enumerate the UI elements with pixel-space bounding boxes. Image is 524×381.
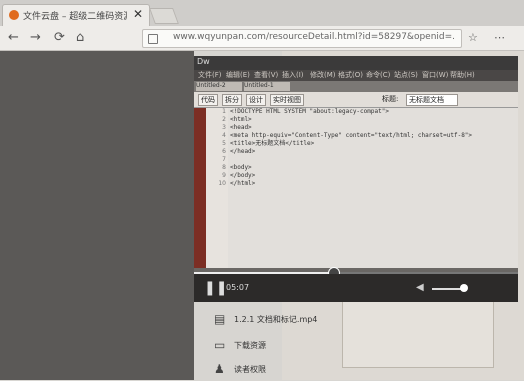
address-bar[interactable]: www.wqyunpan.com/resourceDetail.html?id=… — [142, 29, 462, 48]
doc-tab: Untitled-1 — [244, 82, 290, 91]
code-view-button: 代码 — [198, 94, 218, 106]
pause-button[interactable]: ❚❚ — [204, 280, 227, 296]
close-tab-icon[interactable]: ✕ — [133, 7, 143, 21]
code-line: <title>无标题文档</title> — [230, 140, 315, 147]
line-number: 5 — [222, 140, 226, 147]
editor-doc-tabs: Untitled-2 Untitled-1 — [194, 81, 518, 92]
menu-item: 插入(I) — [282, 71, 304, 79]
code-line: </body> — [230, 172, 256, 179]
video-player[interactable]: Dw 文件(F) 编辑(E) 查看(V) 插入(I) 修改(M) 格式(O) 命… — [194, 56, 518, 302]
tab-title: 文件云盘 – 超级二维码资源 — [23, 12, 127, 22]
tab-bar: 文件云盘 – 超级二维码资源 ✕ — [0, 0, 524, 27]
code-line: </head> — [230, 148, 256, 155]
download-icon: ▭ — [214, 338, 226, 352]
code-line: <html> — [230, 116, 252, 123]
doc-tab: Untitled-2 — [196, 82, 242, 91]
menu-item: 站点(S) — [394, 71, 418, 79]
line-number: 9 — [222, 172, 226, 179]
reader-label: 读者权限 — [234, 365, 266, 374]
url-text[interactable]: www.wqyunpan.com/resourceDetail.html?id=… — [173, 32, 455, 42]
design-view-button: 设计 — [246, 94, 266, 106]
list-item-reader[interactable]: ♟ 读者权限 — [194, 357, 314, 381]
line-number: 3 — [222, 124, 226, 131]
code-line: <!DOCTYPE HTML SYSTEM "about:legacy-comp… — [230, 108, 389, 115]
reload-button[interactable]: ⟳ — [54, 30, 65, 45]
player-controls: ❚❚ 05:07 ◀ — [194, 274, 518, 302]
menu-item: 窗口(W) — [422, 71, 449, 79]
forward-button[interactable]: → — [30, 30, 41, 45]
menu-item: 帮助(H) — [450, 71, 475, 79]
lock-icon — [148, 34, 158, 44]
site-favicon-icon — [9, 10, 19, 20]
editor-titlebar: Dw — [194, 56, 518, 70]
code-line: <body> — [230, 164, 252, 171]
list-item-video-file[interactable]: ▤ 1.2.1 文档和标记.mp4 — [194, 307, 318, 331]
menu-item: 文件(F) — [198, 71, 222, 79]
editor-side-toolbar — [194, 108, 206, 268]
page-content: Dw 文件(F) 编辑(E) 查看(V) 插入(I) 修改(M) 格式(O) 命… — [0, 51, 524, 380]
new-tab-button[interactable] — [149, 8, 179, 24]
menu-item: 编辑(E) — [226, 71, 250, 79]
line-numbers: 1 2 3 4 5 6 7 8 9 10 — [206, 108, 228, 268]
volume-handle[interactable] — [460, 284, 468, 292]
line-number: 8 — [222, 164, 226, 171]
editor-toolbar: 代码 拆分 设计 实时视图 标题: 无标题文档 — [194, 92, 518, 108]
volume-slider[interactable] — [432, 288, 462, 290]
download-label: 下载资源 — [234, 341, 266, 350]
video-file-icon: ▤ — [214, 312, 226, 326]
back-button[interactable]: ← — [8, 30, 19, 45]
bookmark-star-icon[interactable]: ☆ — [468, 31, 478, 44]
navigation-bar: ← → ⟳ ⌂ www.wqyunpan.com/resourceDetail.… — [0, 26, 524, 51]
code-line: <head> — [230, 124, 252, 131]
menu-item: 修改(M) — [310, 71, 336, 79]
code-area: <!DOCTYPE HTML SYSTEM "about:legacy-comp… — [228, 108, 518, 268]
title-field: 无标题文档 — [406, 94, 458, 106]
title-label: 标题: — [382, 95, 399, 103]
menu-item: 查看(V) — [254, 71, 279, 79]
line-number: 7 — [222, 156, 226, 163]
line-number: 2 — [222, 116, 226, 123]
line-number: 1 — [222, 108, 226, 115]
home-button[interactable]: ⌂ — [76, 30, 84, 45]
line-number: 10 — [218, 180, 226, 187]
current-time: 05:07 — [226, 283, 250, 292]
list-item-download[interactable]: ▭ 下载资源 — [194, 333, 314, 357]
file-name: 1.2.1 文档和标记.mp4 — [234, 315, 318, 324]
line-number: 6 — [222, 148, 226, 155]
menu-icon[interactable]: ⋯ — [494, 31, 505, 44]
left-dark-area — [0, 51, 194, 380]
browser-tab[interactable]: 文件云盘 – 超级二维码资源 ✕ — [2, 4, 150, 27]
menu-item: 命令(C) — [366, 71, 391, 79]
menu-item: 格式(O) — [338, 71, 363, 79]
code-line: <meta http-equiv="Content-Type" content=… — [230, 132, 473, 139]
split-view-button: 拆分 — [222, 94, 242, 106]
code-line: </html> — [230, 180, 256, 187]
line-number: 4 — [222, 132, 226, 139]
user-icon: ♟ — [214, 362, 225, 376]
editor-menubar: 文件(F) 编辑(E) 查看(V) 插入(I) 修改(M) 格式(O) 命令(C… — [194, 70, 518, 81]
live-view-button: 实时视图 — [270, 94, 304, 106]
dw-logo: Dw — [197, 57, 210, 66]
volume-icon[interactable]: ◀ — [416, 282, 424, 293]
